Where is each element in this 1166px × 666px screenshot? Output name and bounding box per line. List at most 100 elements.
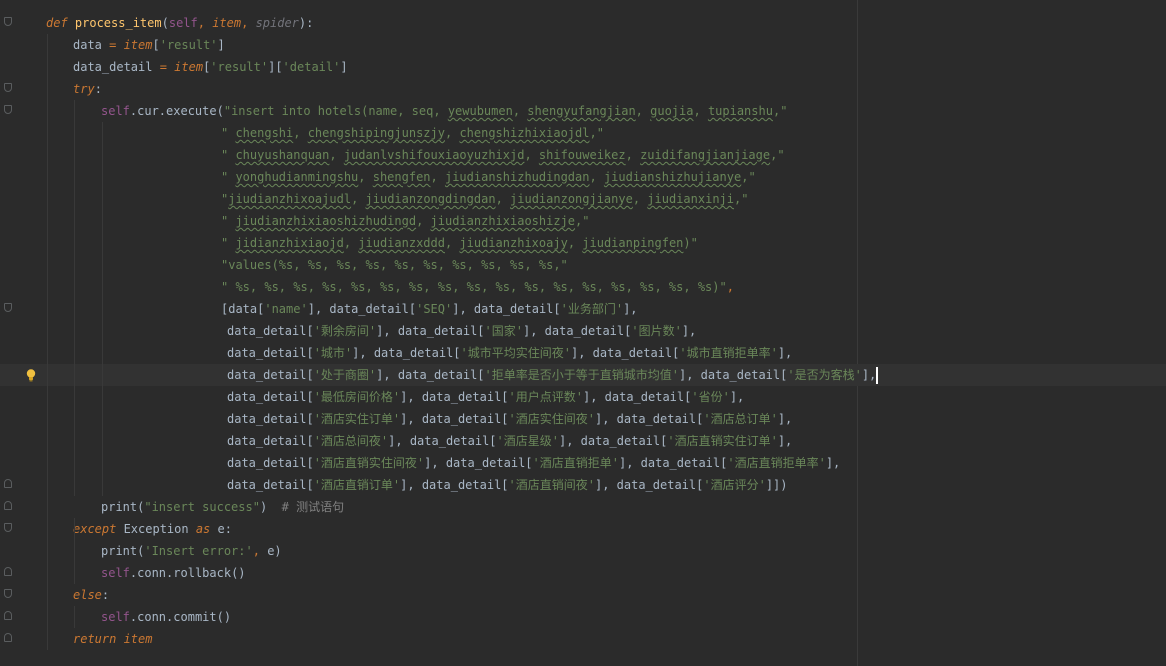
code-editor[interactable]: def process_item(self, item, spider): dat… <box>0 0 1166 666</box>
code-token: ] <box>217 38 225 52</box>
code-line[interactable]: " jiudianzhixiaoshizhudingd, jiudianzhix… <box>0 210 1166 232</box>
fold-marker-icon[interactable] <box>4 17 12 26</box>
code-token: '是否为客栈' <box>787 368 862 382</box>
code-token: data_detail[ <box>227 346 314 360</box>
code-token: Exception <box>123 522 196 536</box>
code-token: , <box>358 170 373 184</box>
code-token: judanlvshifouxiaoyuzhixjd <box>343 148 525 162</box>
fold-marker-icon[interactable] <box>4 611 12 620</box>
code-token: () <box>216 610 232 624</box>
code-token: [ <box>152 38 160 52</box>
code-line[interactable]: data_detail['酒店实住订单'], data_detail['酒店实住… <box>0 408 1166 430</box>
code-line[interactable]: " yonghudianmingshu, shengfen, jiudiansh… <box>0 166 1166 188</box>
code-area[interactable]: def process_item(self, item, spider): dat… <box>0 12 1166 650</box>
code-token: ], data_detail[ <box>558 434 668 448</box>
lightbulb-icon[interactable] <box>24 368 38 382</box>
code-token: ], <box>861 368 877 382</box>
code-token: data_detail[ <box>227 390 314 404</box>
code-line-text: data_detail['城市'], data_detail['城市平均实住间夜… <box>227 342 792 364</box>
code-line-text: else: <box>73 584 109 606</box>
code-line[interactable]: [data['name'], data_detail['SEQ'], data_… <box>0 298 1166 320</box>
code-line[interactable]: except Exception as e: <box>0 518 1166 540</box>
code-line[interactable]: def process_item(self, item, spider): <box>0 12 1166 34</box>
fold-marker-icon[interactable] <box>4 567 12 576</box>
code-token: jiudianxinji <box>647 192 734 206</box>
code-token: '酒店实住间夜' <box>508 412 595 426</box>
code-line[interactable]: data_detail['酒店直销订单'], data_detail['酒店直销… <box>0 474 1166 496</box>
code-line[interactable]: data_detail['最低房间价格'], data_detail['用户点评… <box>0 386 1166 408</box>
fold-marker-icon[interactable] <box>4 83 12 92</box>
code-line[interactable]: try: <box>0 78 1166 100</box>
code-line[interactable]: else: <box>0 584 1166 606</box>
code-line-text: self.conn.commit() <box>101 606 231 628</box>
code-token: self <box>168 16 198 30</box>
code-line[interactable]: data_detail['酒店直销实住间夜'], data_detail['酒店… <box>0 452 1166 474</box>
code-line-text: data_detail['剩余房间'], data_detail['国家'], … <box>227 320 696 342</box>
code-line[interactable]: data_detail['剩余房间'], data_detail['国家'], … <box>0 320 1166 342</box>
code-token: '剩余房间' <box>313 324 377 338</box>
code-line[interactable]: "values(%s, %s, %s, %s, %s, %s, %s, %s, … <box>0 254 1166 276</box>
code-line[interactable]: data_detail['酒店总间夜'], data_detail['酒店星级'… <box>0 430 1166 452</box>
code-token: self <box>101 104 130 118</box>
code-line[interactable]: print("insert success") # 测试语句 <box>0 496 1166 518</box>
code-token: ], <box>623 302 638 316</box>
code-token: "insert into hotels(name, seq, <box>223 104 448 118</box>
code-token: '图片数' <box>631 324 682 338</box>
code-token: jiudianzongjianye <box>510 192 633 206</box>
code-token: ," <box>575 214 590 228</box>
code-token: '酒店直销间夜' <box>508 478 595 492</box>
code-line[interactable]: "jiudianzhixoajudl, jiudianzongdingdan, … <box>0 188 1166 210</box>
code-line[interactable]: data = item['result'] <box>0 34 1166 56</box>
fold-marker-icon[interactable] <box>4 523 12 532</box>
code-token: chengshipingjunszjy <box>307 126 445 140</box>
code-token: ], <box>777 434 793 448</box>
code-line-text: data_detail['酒店实住订单'], data_detail['酒店实住… <box>227 408 792 430</box>
fold-marker-icon[interactable] <box>4 479 12 488</box>
code-token: jiudianpingfen <box>582 236 684 250</box>
code-token: , <box>293 126 308 140</box>
code-line[interactable]: " chuyushanquan, judanlvshifouxiaoyuzhix… <box>0 144 1166 166</box>
fold-marker-icon[interactable] <box>4 501 12 510</box>
fold-marker-icon[interactable] <box>4 633 12 642</box>
code-token: ], <box>777 346 793 360</box>
code-token: '城市' <box>313 346 353 360</box>
indent-guide <box>102 122 103 496</box>
fold-marker-icon[interactable] <box>4 303 12 312</box>
code-token: 'Insert error:' <box>144 544 253 558</box>
code-token: jiudianzxddd <box>358 236 445 250</box>
code-line[interactable]: " jidianzhixiaojd, jiudianzxddd, jiudian… <box>0 232 1166 254</box>
code-token: ], <box>777 412 793 426</box>
code-token: , <box>524 148 539 162</box>
code-token: , <box>444 126 460 140</box>
code-token: except <box>73 522 124 536</box>
code-line-text: " yonghudianmingshu, shengfen, jiudiansh… <box>221 166 756 188</box>
code-token: ( <box>216 104 224 118</box>
code-token: , <box>693 104 708 118</box>
code-line[interactable]: print('Insert error:', e) <box>0 540 1166 562</box>
code-token: data_detail[ <box>227 324 314 338</box>
code-line[interactable]: return item <box>0 628 1166 650</box>
code-token: )" <box>683 236 698 250</box>
code-token: chengshizhixiaojdl <box>459 126 590 140</box>
fold-marker-icon[interactable] <box>4 589 12 598</box>
code-line[interactable]: data_detail = item['result']['detail'] <box>0 56 1166 78</box>
code-token: # 测试语句 <box>281 500 345 514</box>
code-line[interactable]: " chengshi, chengshipingjunszjy, chengsh… <box>0 122 1166 144</box>
code-line[interactable]: self.conn.commit() <box>0 606 1166 628</box>
code-line[interactable]: data_detail['城市'], data_detail['城市平均实住间夜… <box>0 342 1166 364</box>
code-token: data_detail[ <box>473 302 561 316</box>
code-token: ], data_detail[ <box>594 412 704 426</box>
code-line[interactable]: self.cur.execute("insert into hotels(nam… <box>0 100 1166 122</box>
code-token: chuyushanquan <box>235 148 330 162</box>
fold-marker-icon[interactable] <box>4 105 12 114</box>
code-token: '国家' <box>484 324 523 338</box>
code-token: commit <box>173 610 217 624</box>
code-line[interactable]: self.conn.rollback() <box>0 562 1166 584</box>
code-token: ( <box>161 16 169 30</box>
code-line-current[interactable]: data_detail['处于商圈'], data_detail['拒单率是否小… <box>0 364 1166 386</box>
code-token: 'name' <box>264 302 308 316</box>
code-token: ], data_detail[ <box>570 346 680 360</box>
code-line[interactable]: " %s, %s, %s, %s, %s, %s, %s, %s, %s, %s… <box>0 276 1166 298</box>
code-token: shifouweikez <box>538 148 626 162</box>
code-token: , <box>726 280 734 294</box>
